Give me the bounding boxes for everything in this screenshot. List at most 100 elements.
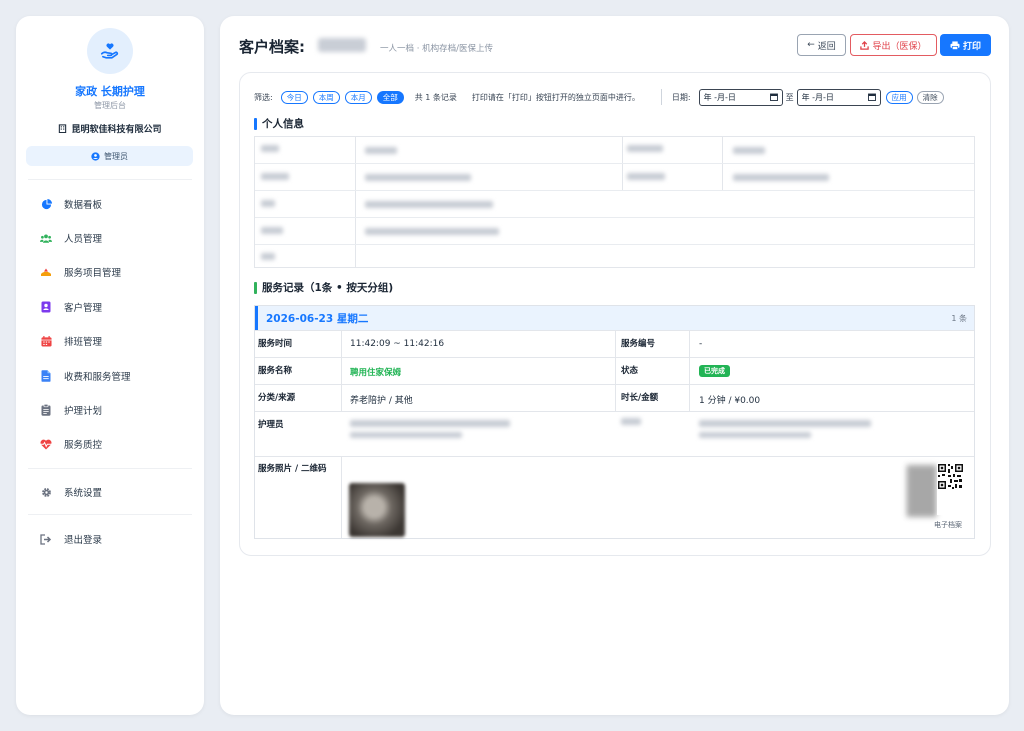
sidebar-item-label: 数据看板 [64,200,103,211]
logout-icon [40,533,52,545]
sidebar-item-label: 退出登录 [64,535,103,546]
customer-name-redacted [318,38,366,52]
export-label: 导出（医保） [872,41,927,52]
table-row: 分类/来源 养老陪护 / 其他 时长/金额 1 分钟 / ¥0.00 [255,384,974,411]
customer-record-card: 筛选: 今日 本周 本月 全部 共 1 条记录 打印请在「打印」按钮打开的独立页… [239,72,991,556]
info-row [255,164,974,191]
date-start-input[interactable]: 年 -月-日 [698,88,783,106]
service-time-value: 11:42:09 ~ 11:42:16 [350,339,445,349]
record-day-count: 1 条 [951,313,967,323]
date-start-placeholder: 年 -月-日 [703,92,736,102]
filter-chip-today[interactable]: 今日 [280,90,308,104]
section-marker [254,117,257,130]
sidebar-item-label: 系统设置 [64,488,103,499]
service-records-heading: 服务记录（1条 • 按天分组) [254,280,393,295]
status-label: 状态 [621,366,639,376]
role-badge: 管理员 [26,146,193,166]
sidebar-item-customers[interactable]: 客户管理 [40,297,102,317]
sidebar-item-label: 服务质控 [64,440,103,451]
sidebar-item-logout[interactable]: 退出登录 [40,529,102,549]
calendar-icon [867,93,876,101]
print-button[interactable]: 打印 [940,34,991,56]
building-icon [59,124,67,133]
filter-chip-week[interactable]: 本周 [312,90,340,104]
care-hand-heart-icon [87,28,133,74]
personal-info-heading: 个人信息 [254,116,304,131]
page-title: 客户档案: [239,38,305,56]
calendar-icon [40,335,52,347]
info-row [255,191,974,218]
service-photo[interactable] [349,483,405,537]
print-hint: 打印请在「打印」按钮打开的独立页面中进行。 [471,92,640,102]
sidebar-item-quality[interactable]: 服务质控 [40,434,102,454]
record-count: 共 1 条记录 [414,92,457,102]
sidebar-item-staff[interactable]: 人员管理 [40,228,102,248]
sidebar-item-schedule[interactable]: 排班管理 [40,331,102,351]
record-day-header[interactable]: 2026-06-23 星期二 1 条 [255,306,974,330]
qr-caption: 电子档案 [934,521,962,529]
date-label: 日期: [671,92,691,102]
main-panel: 客户档案: 一人一档 · 机构存档/医保上传 ← 返回 导出（医保） 打印 筛选… [220,16,1009,715]
status-badge: 已完成 [699,365,730,377]
company-label: 昆明软佳科技有限公司 [71,125,162,135]
role-label: 管理员 [104,151,128,161]
printer-icon [950,40,960,50]
service-number-label: 服务编号 [621,339,656,349]
filter-chip-all[interactable]: 全部 [376,90,404,104]
divider [28,514,192,515]
table-row: 护理员 [255,411,974,456]
back-label: 返回 [817,41,836,52]
clear-button[interactable]: 清除 [916,90,944,104]
apply-button[interactable]: 应用 [885,90,913,104]
file-icon [40,370,52,382]
sidebar-item-billing[interactable]: 收费和服务管理 [40,366,131,386]
service-record-group: 2026-06-23 星期二 1 条 服务时间 11:42:09 ~ 11:42… [254,305,975,539]
back-button[interactable]: ← 返回 [797,34,846,56]
sidebar-item-dashboard[interactable]: 数据看板 [40,194,102,214]
table-row: 服务照片 / 二维码 电子档案 [255,456,974,538]
table-row: 服务名称 聘用住家保姆 状态 已完成 [255,357,974,384]
sidebar-item-label: 收费和服务管理 [64,372,131,383]
sidebar-item-label: 客户管理 [64,303,103,314]
qr-code-blurred [907,465,937,517]
user-circle-icon [91,151,100,161]
company-name: 昆明软佳科技有限公司 [16,122,204,135]
record-date: 2026-06-23 星期二 [266,312,369,325]
date-to-label: 至 [785,92,794,102]
sidebar-item-service-items[interactable]: 服务项目管理 [40,262,121,282]
duration-label: 时长/金额 [621,393,659,403]
export-button[interactable]: 导出（医保） [850,34,937,56]
section-marker [254,281,257,294]
info-row [255,218,974,245]
sidebar-item-label: 排班管理 [64,337,103,348]
gear-icon [40,486,52,498]
date-end-input[interactable]: 年 -月-日 [796,88,881,106]
divider [28,468,192,469]
qr-code[interactable] [937,463,964,515]
arrow-left-icon: ← [807,40,815,50]
upload-icon [860,40,870,50]
service-time-label: 服务时间 [258,339,293,349]
category-value: 养老陪护 / 其他 [350,396,413,406]
service-name-value: 聘用住家保姆 [350,368,402,378]
heart-pulse-icon [40,438,52,450]
brand-name: 家政 长期护理 [75,85,145,98]
brand-subtitle: 管理后台 [94,101,126,110]
filter-bar: 筛选: 今日 本周 本月 全部 共 1 条记录 打印请在「打印」按钮打开的独立页… [254,88,978,106]
divider [28,179,192,180]
duration-value: 1 分钟 / ¥0.00 [699,396,761,406]
sidebar: 家政 长期护理 管理后台 昆明软佳科技有限公司 管理员 数据看板 人员管理 服务… [16,16,204,715]
filter-chip-month[interactable]: 本月 [344,90,372,104]
personal-info-table [254,136,975,268]
service-name-label: 服务名称 [258,366,293,376]
print-label: 打印 [962,41,981,52]
sidebar-item-settings[interactable]: 系统设置 [40,482,102,502]
photo-qr-label: 服务照片 / 二维码 [258,464,327,474]
sidebar-item-care-plan[interactable]: 护理计划 [40,400,102,420]
clipboard-icon [40,404,52,416]
section-title: 个人信息 [262,118,304,130]
sidebar-item-label: 人员管理 [64,234,103,245]
sidebar-item-label: 服务项目管理 [64,268,122,279]
calendar-icon [769,93,778,101]
section-title: 服务记录（1条 • 按天分组) [262,282,394,294]
